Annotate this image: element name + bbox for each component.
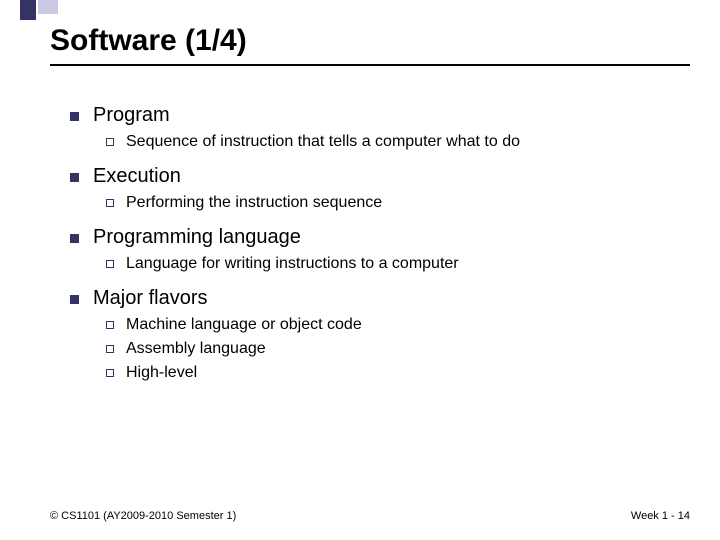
filled-square-bullet-icon — [70, 173, 79, 182]
title-underline — [50, 64, 690, 66]
filled-square-bullet-icon — [70, 112, 79, 121]
hollow-square-bullet-icon — [106, 260, 114, 268]
footer-right: Week 1 - 14 — [631, 510, 690, 522]
bullet-text: Sequence of instruction that tells a com… — [126, 133, 520, 151]
bullet-text: Execution — [93, 165, 181, 188]
hollow-square-bullet-icon — [106, 199, 114, 207]
slide-corner-decoration — [20, 0, 58, 20]
hollow-square-bullet-icon — [106, 345, 114, 353]
bullet-text: Major flavors — [93, 287, 207, 310]
bullet-level1: Program — [70, 104, 680, 127]
bullet-text: Machine language or object code — [126, 316, 362, 334]
bullet-text: Performing the instruction sequence — [126, 194, 382, 212]
footer-left: © CS1101 (AY2009-2010 Semester 1) — [50, 510, 236, 522]
bullet-text: High-level — [126, 364, 197, 382]
bullet-level1: Programming language — [70, 226, 680, 249]
slide-footer: © CS1101 (AY2009-2010 Semester 1) Week 1… — [50, 510, 690, 522]
filled-square-bullet-icon — [70, 295, 79, 304]
hollow-square-bullet-icon — [106, 321, 114, 329]
slide-title: Software (1/4) — [50, 24, 690, 62]
slide-body: Program Sequence of instruction that tel… — [70, 90, 680, 386]
filled-square-bullet-icon — [70, 234, 79, 243]
bullet-text: Programming language — [93, 226, 301, 249]
hollow-square-bullet-icon — [106, 138, 114, 146]
hollow-square-bullet-icon — [106, 369, 114, 377]
bullet-level2: Language for writing instructions to a c… — [106, 255, 680, 273]
bullet-level2: High-level — [106, 364, 680, 382]
bullet-text: Language for writing instructions to a c… — [126, 255, 459, 273]
bullet-level2: Assembly language — [106, 340, 680, 358]
bullet-level1: Major flavors — [70, 287, 680, 310]
bullet-level2: Performing the instruction sequence — [106, 194, 680, 212]
bullet-text: Assembly language — [126, 340, 266, 358]
bullet-level2: Machine language or object code — [106, 316, 680, 334]
bullet-text: Program — [93, 104, 170, 127]
title-block: Software (1/4) — [50, 24, 690, 66]
bullet-level1: Execution — [70, 165, 680, 188]
bullet-level2: Sequence of instruction that tells a com… — [106, 133, 680, 151]
